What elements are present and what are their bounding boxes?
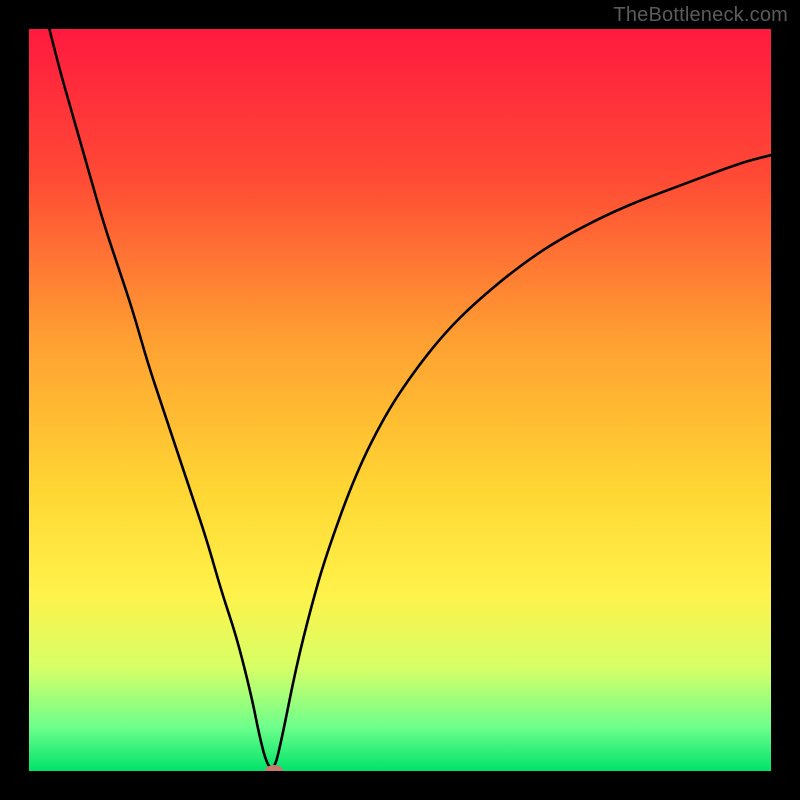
watermark-text: TheBottleneck.com: [613, 4, 788, 27]
bottleneck-curve: [29, 29, 771, 768]
optimal-point-marker: [265, 765, 283, 771]
chart-stage: TheBottleneck.com: [0, 0, 800, 800]
plot-area: [29, 29, 771, 771]
curve-layer: [29, 29, 771, 771]
